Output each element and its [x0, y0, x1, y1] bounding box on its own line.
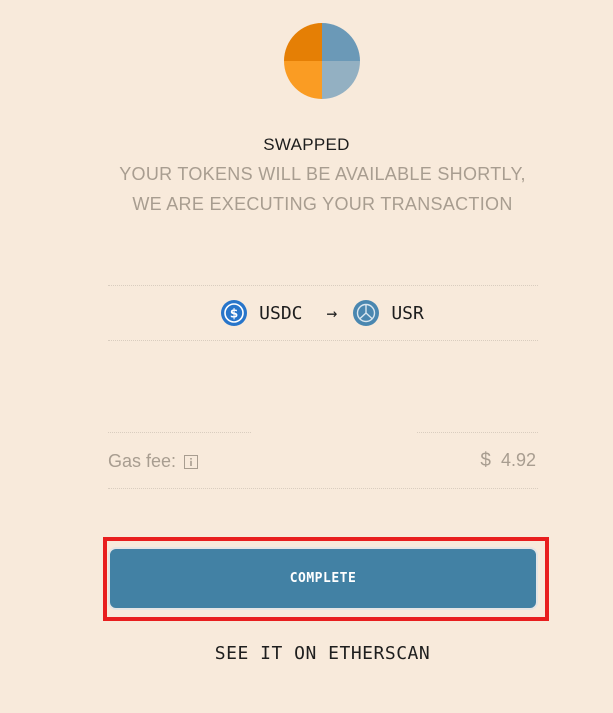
- pair-bottom-divider: [108, 340, 538, 341]
- swap-pair: $ USDC → USR: [0, 300, 613, 326]
- usr-icon: [353, 300, 380, 326]
- info-icon[interactable]: [184, 454, 199, 469]
- status-subtitle-line1: YOUR TOKENS WILL BE AVAILABLE SHORTLY,: [119, 164, 526, 184]
- gas-top-divider-left: [108, 432, 251, 433]
- swap-arrow: →: [326, 302, 338, 324]
- gas-fee-amount: $4.92: [480, 450, 536, 472]
- from-token-symbol: USDC: [259, 302, 303, 324]
- pair-top-divider: [108, 285, 538, 286]
- complete-button[interactable]: COMPLETE: [108, 547, 538, 610]
- gas-fee-text: Gas fee:: [108, 451, 177, 471]
- to-token-symbol: USR: [391, 302, 424, 324]
- gas-fee-label: Gas fee:: [108, 451, 199, 472]
- svg-text:$: $: [230, 307, 238, 321]
- gas-bottom-divider: [108, 488, 538, 489]
- gas-fee-currency: $: [480, 450, 491, 471]
- gas-fee-value: 4.92: [500, 450, 536, 470]
- status-subtitle-line2: WE ARE EXECUTING YOUR TRANSACTION: [132, 194, 513, 214]
- status-title: SWAPPED: [263, 135, 350, 154]
- swap-pie-logo-icon: [284, 23, 360, 99]
- gas-top-divider-right: [417, 432, 538, 433]
- etherscan-link[interactable]: SEE IT ON ETHERSCAN: [0, 643, 613, 664]
- usdc-icon: $: [221, 300, 248, 326]
